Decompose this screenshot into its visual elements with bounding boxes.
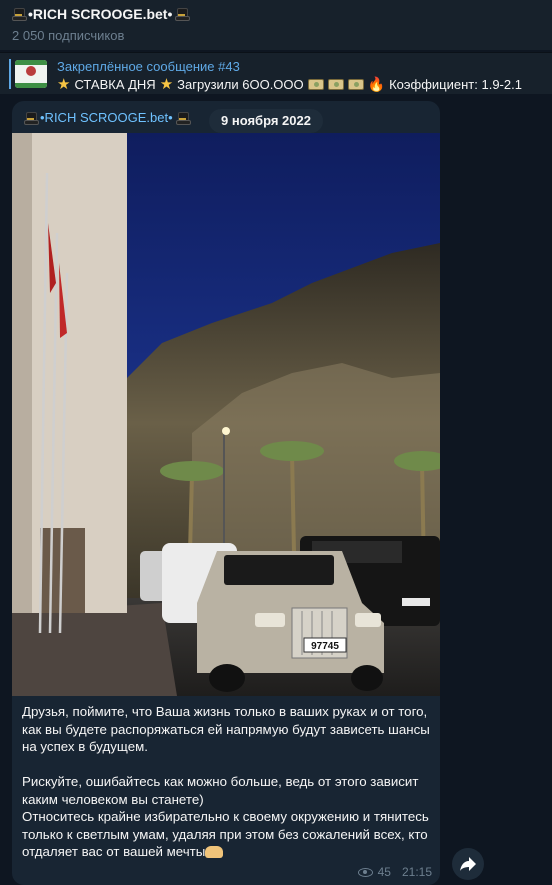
money-icon [327, 78, 344, 90]
raised-hands-icon [205, 846, 224, 859]
message-meta: 45 21:15 [357, 865, 432, 879]
caption-paragraph-2: Рискуйте, ошибайтесь как можно больше, в… [22, 774, 419, 807]
message-bubble[interactable]: •RICH SCROOGE.bet• 9 ноября 2022 97745 Д… [12, 101, 440, 885]
caption-paragraph-1: Друзья, поймите, что Ваша жизнь только в… [22, 704, 430, 754]
pinned-preview: ★ СТАВКА ДНЯ ★ Загрузили 6OO.OOO 🔥 Коэфф… [57, 75, 522, 94]
channel-header[interactable]: •RICH SCROOGE.bet• 2 050 подписчиков [0, 0, 552, 50]
top-hat-icon [24, 111, 39, 125]
message-caption: Друзья, поймите, что Ваша жизнь только в… [22, 703, 434, 861]
share-button[interactable] [452, 848, 484, 880]
message-photo[interactable]: 97745 [12, 133, 440, 696]
subscriber-count: 2 050 подписчиков [12, 28, 125, 43]
pinned-text-part1: СТАВКА ДНЯ [74, 76, 156, 92]
money-icon [307, 78, 324, 90]
channel-title-row: •RICH SCROOGE.bet• [12, 6, 540, 22]
caption-paragraph-3: Относитесь крайне избирательно к своему … [22, 808, 434, 861]
date-badge: 9 ноября 2022 [209, 109, 323, 133]
pinned-thumbnail [15, 60, 47, 88]
message-time: 21:15 [401, 865, 432, 879]
top-hat-icon [12, 8, 27, 21]
pinned-title: Закреплённое сообщение #43 [57, 59, 240, 74]
channel-title: •RICH SCROOGE.bet• [28, 6, 173, 22]
top-hat-icon [175, 8, 191, 21]
caption-paragraph-3-text: Относитесь крайне избирательно к своему … [22, 809, 429, 859]
eye-icon [357, 867, 373, 877]
license-plate-text: 97745 [311, 641, 339, 652]
pinned-indicator [9, 59, 11, 89]
message-sender[interactable]: •RICH SCROOGE.bet• [24, 110, 191, 125]
pinned-text-part3: Коэффициент: 1.9-2.1 [389, 76, 522, 92]
star-icon: ★ [159, 76, 174, 93]
pinned-text-part2: Загрузили 6OO.OOO [177, 76, 304, 92]
money-icon [347, 78, 364, 90]
share-arrow-icon [460, 857, 476, 871]
sender-name: •RICH SCROOGE.bet• [40, 110, 173, 125]
pinned-message-bar[interactable]: Закреплённое сообщение #43 ★ СТАВКА ДНЯ … [0, 52, 552, 94]
view-count: 45 [377, 865, 391, 879]
fire-icon: 🔥 [367, 75, 386, 92]
top-hat-icon [175, 111, 191, 125]
star-icon: ★ [57, 76, 71, 93]
